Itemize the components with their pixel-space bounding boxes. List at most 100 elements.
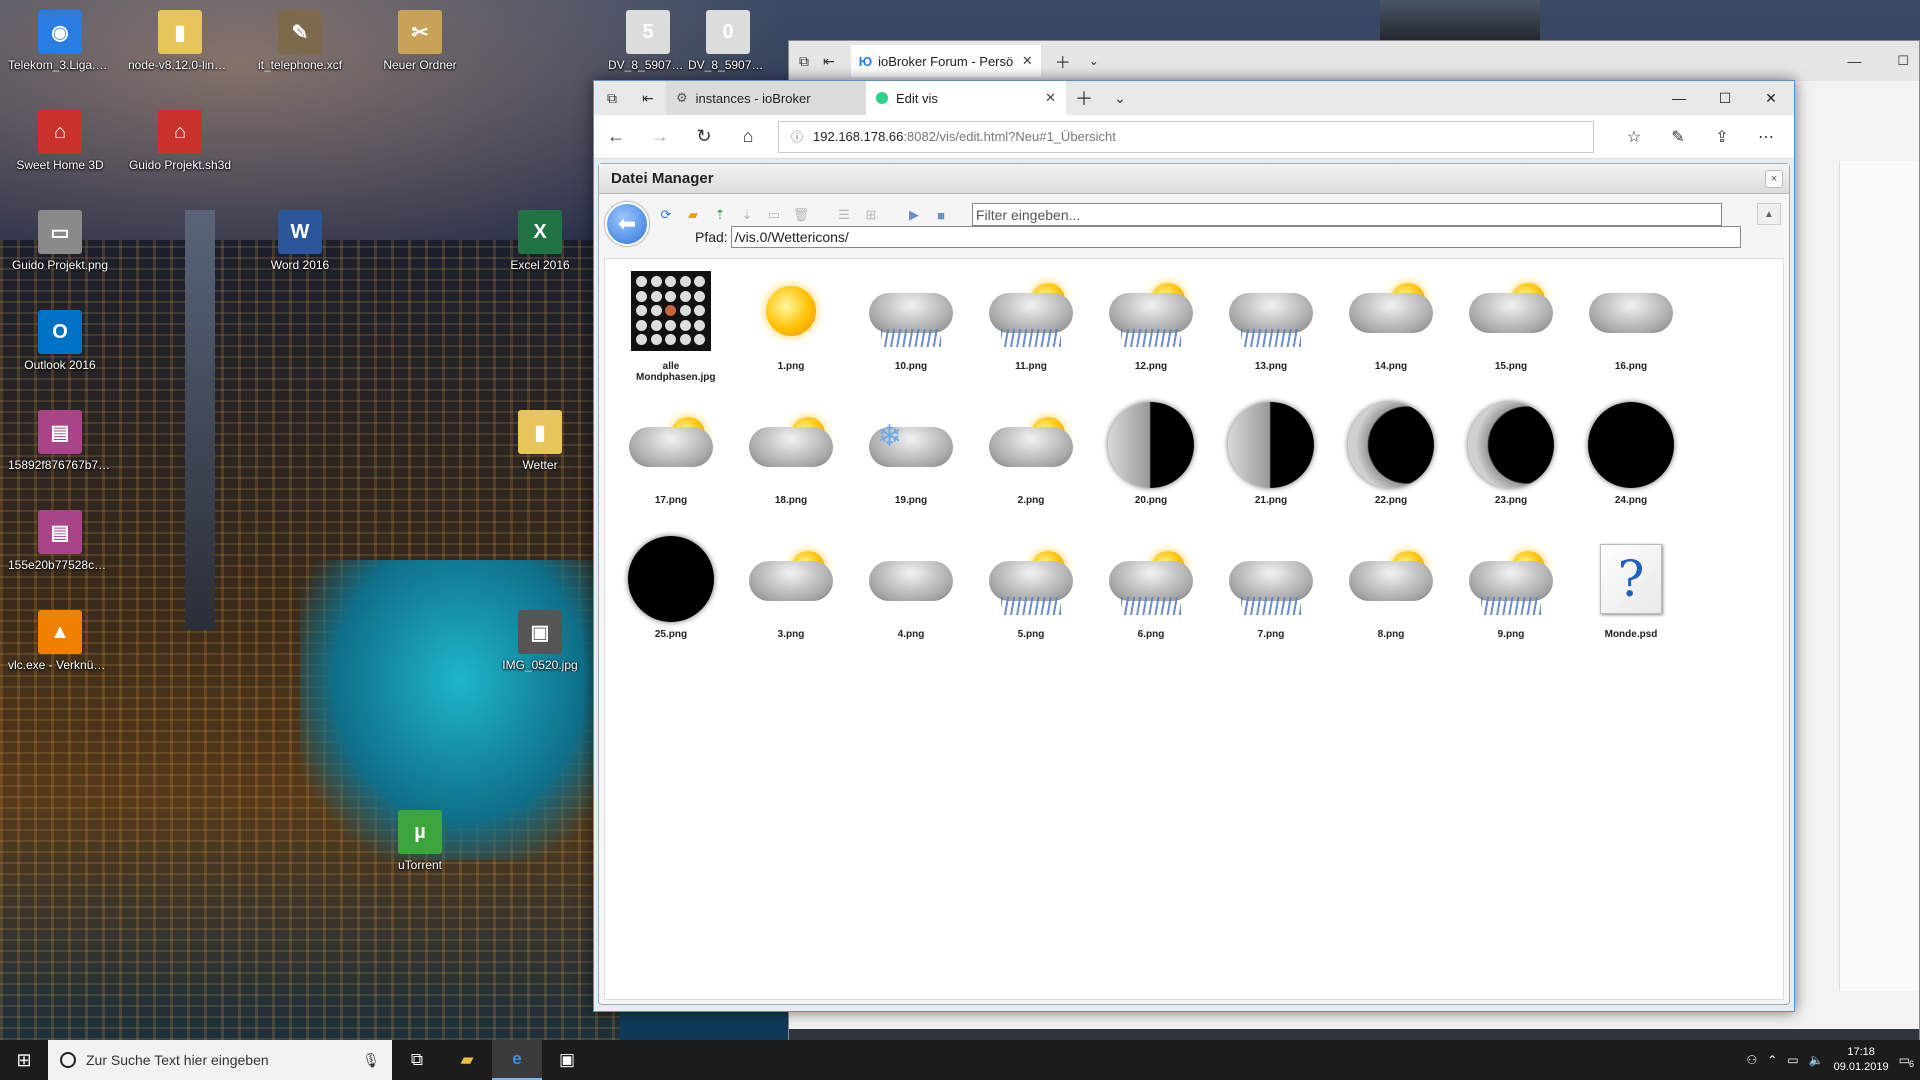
file-item[interactable]: 21.png <box>1211 397 1331 519</box>
file-item[interactable]: 25.png <box>611 531 731 653</box>
set-aside-icon[interactable]: ⇤ <box>823 53 835 70</box>
filter-input[interactable]: Filter eingeben... <box>972 203 1722 226</box>
folder-up-button[interactable]: ⬅ <box>605 202 649 246</box>
file-item[interactable]: 9.png <box>1451 531 1571 653</box>
tab-actions-icon[interactable]: ⧉ <box>594 81 630 115</box>
photos-icon[interactable]: ▣ <box>542 1040 592 1080</box>
clock[interactable]: 17:18 09.01.2019 <box>1834 1045 1889 1075</box>
desktop-icon[interactable]: ✂ Neuer Ordner <box>368 10 472 72</box>
chevron-up-icon[interactable]: ⌃ <box>1767 1053 1777 1067</box>
taskbar-search[interactable]: Zur Suche Text hier eingeben 🎙 <box>48 1040 392 1080</box>
set-aside-icon[interactable]: ⇤ <box>630 81 666 115</box>
edge-icon[interactable]: e <box>492 1040 542 1080</box>
file-item[interactable]: 15.png <box>1451 263 1571 385</box>
grid-view-icon[interactable]: ⊞ <box>860 204 882 226</box>
tab-instances[interactable]: ⚙ instances - ioBroker <box>666 81 866 115</box>
desktop-icon[interactable]: X Excel 2016 <box>488 210 592 272</box>
file-item[interactable]: 6.png <box>1091 531 1211 653</box>
file-item[interactable]: ? Monde.psd <box>1571 531 1691 653</box>
list-view-icon[interactable]: ☰ <box>833 204 855 226</box>
chevron-down-icon[interactable]: ⌄ <box>1102 81 1138 115</box>
dialog-close-button[interactable]: × <box>1765 170 1783 188</box>
close-icon[interactable]: ✕ <box>1022 53 1033 69</box>
file-item[interactable]: 7.png <box>1211 531 1331 653</box>
upload-icon[interactable]: ⇡ <box>709 204 731 226</box>
new-tab-icon[interactable]: ＋ <box>1055 49 1071 73</box>
desktop-icon[interactable]: ▭ Guido Projekt.png <box>8 210 112 272</box>
file-item[interactable]: 8.png <box>1331 531 1451 653</box>
file-item[interactable]: 1.png <box>731 263 851 385</box>
desktop-icon[interactable]: ⌂ Sweet Home 3D <box>8 110 112 172</box>
desktop-icon[interactable]: 0 DV_8_590762... <box>688 10 768 72</box>
maximize-icon[interactable]: ☐ <box>1897 53 1909 69</box>
sort-icon[interactable]: ▲ <box>1757 203 1781 225</box>
tab-edit-vis[interactable]: Edit vis ✕ <box>866 81 1066 115</box>
rename-icon[interactable]: ▭ <box>763 204 785 226</box>
file-item[interactable]: 2.png <box>971 397 1091 519</box>
close-icon[interactable]: ✕ <box>1045 90 1056 106</box>
desktop-icon[interactable]: 5 DV_8_5907625_01_4c... <box>608 10 688 72</box>
desktop-icon[interactable]: ⌂ Guido Projekt.sh3d <box>128 110 232 172</box>
desktop-icon[interactable]: µ uTorrent <box>368 810 472 872</box>
desktop-icon[interactable]: O Outlook 2016 <box>8 310 112 372</box>
desktop-icon[interactable]: ▮ node-v8.12.0-linux-... <box>128 10 232 72</box>
path-input[interactable]: /vis.0/Wettericons/ <box>730 226 1741 248</box>
windows-start-icon[interactable]: ⊞ <box>0 1040 48 1080</box>
browser-window[interactable]: ⧉ ⇤ ⚙ instances - ioBroker Edit vis ✕ ＋ … <box>593 80 1795 1012</box>
forward-icon[interactable]: → <box>638 115 682 159</box>
file-item[interactable]: ❄ 19.png <box>851 397 971 519</box>
play-icon[interactable]: ▶ <box>903 204 925 226</box>
minimize-icon[interactable]: — <box>1656 81 1702 115</box>
share-icon[interactable]: ⇪ <box>1700 115 1744 159</box>
desktop-icon[interactable]: ✎ it_telephone.xcf <box>248 10 352 72</box>
desktop-icon[interactable]: ▲ vlc.exe - Verknüpfung <box>8 610 112 672</box>
tab-iobroker-forum[interactable]: Ю ioBroker Forum - Persö ✕ <box>850 45 1041 77</box>
pen-icon[interactable]: ✎ <box>1656 115 1700 159</box>
file-item[interactable]: 11.png <box>971 263 1091 385</box>
tab-actions-icon[interactable]: ⧉ <box>799 53 809 70</box>
network-icon[interactable]: ▭ <box>1787 1053 1798 1067</box>
maximize-icon[interactable]: ☐ <box>1702 81 1748 115</box>
home-icon[interactable]: ⌂ <box>726 115 770 159</box>
desktop-icon[interactable]: ▤ 155e20b77528c1_72... <box>8 510 112 572</box>
notification-icon[interactable]: ▭ 6 <box>1899 1053 1914 1069</box>
chevron-down-icon[interactable]: ⌄ <box>1089 54 1099 68</box>
more-icon[interactable]: ⋯ <box>1744 115 1788 159</box>
file-item[interactable]: 17.png <box>611 397 731 519</box>
desktop-icon[interactable]: ▮ Wetter <box>488 410 592 472</box>
new-folder-icon[interactable]: ▰ <box>682 204 704 226</box>
delete-icon[interactable]: 🗑 <box>790 204 812 226</box>
file-item[interactable]: 3.png <box>731 531 851 653</box>
file-item[interactable]: 23.png <box>1451 397 1571 519</box>
minimize-icon[interactable]: — <box>1847 53 1861 69</box>
file-item[interactable]: 16.png <box>1571 263 1691 385</box>
microphone-icon[interactable]: 🎙 <box>362 1052 380 1069</box>
file-item[interactable]: alle Mondphasen.jpg <box>611 263 731 385</box>
file-item[interactable]: 4.png <box>851 531 971 653</box>
file-item[interactable]: 12.png <box>1091 263 1211 385</box>
close-window-icon[interactable]: ✕ <box>1748 81 1794 115</box>
volume-icon[interactable]: 🔈 <box>1809 1053 1824 1067</box>
url-field[interactable]: ⓘ 192.168.178.66 :8082/vis/edit.html?Neu… <box>778 120 1594 153</box>
explorer-icon[interactable]: ▰ <box>442 1040 492 1080</box>
task-view-icon[interactable]: ⧉ <box>392 1040 442 1080</box>
new-tab-icon[interactable]: ＋ <box>1066 81 1102 115</box>
desktop-icon[interactable]: ◉ Telekom_3.Liga.m3u <box>8 10 112 72</box>
file-item[interactable]: 14.png <box>1331 263 1451 385</box>
file-item[interactable]: 13.png <box>1211 263 1331 385</box>
file-item[interactable]: 10.png <box>851 263 971 385</box>
download-icon[interactable]: ⇣ <box>736 204 758 226</box>
people-icon[interactable]: ⚇ <box>1746 1053 1757 1067</box>
favorites-icon[interactable]: ☆ <box>1612 115 1656 159</box>
file-item[interactable]: 24.png <box>1571 397 1691 519</box>
refresh-icon[interactable]: ⟳ <box>655 204 677 226</box>
desktop-icon[interactable]: W Word 2016 <box>248 210 352 272</box>
refresh-icon[interactable]: ↻ <box>682 115 726 159</box>
desktop-icon[interactable]: ▤ 15892f876767b7.jpg <box>8 410 112 472</box>
file-item[interactable]: 18.png <box>731 397 851 519</box>
back-icon[interactable]: ← <box>594 115 638 159</box>
desktop-icon[interactable]: ▣ IMG_0520.jpg <box>488 610 592 672</box>
file-item[interactable]: 20.png <box>1091 397 1211 519</box>
stop-icon[interactable]: ■ <box>930 204 952 226</box>
file-item[interactable]: 22.png <box>1331 397 1451 519</box>
